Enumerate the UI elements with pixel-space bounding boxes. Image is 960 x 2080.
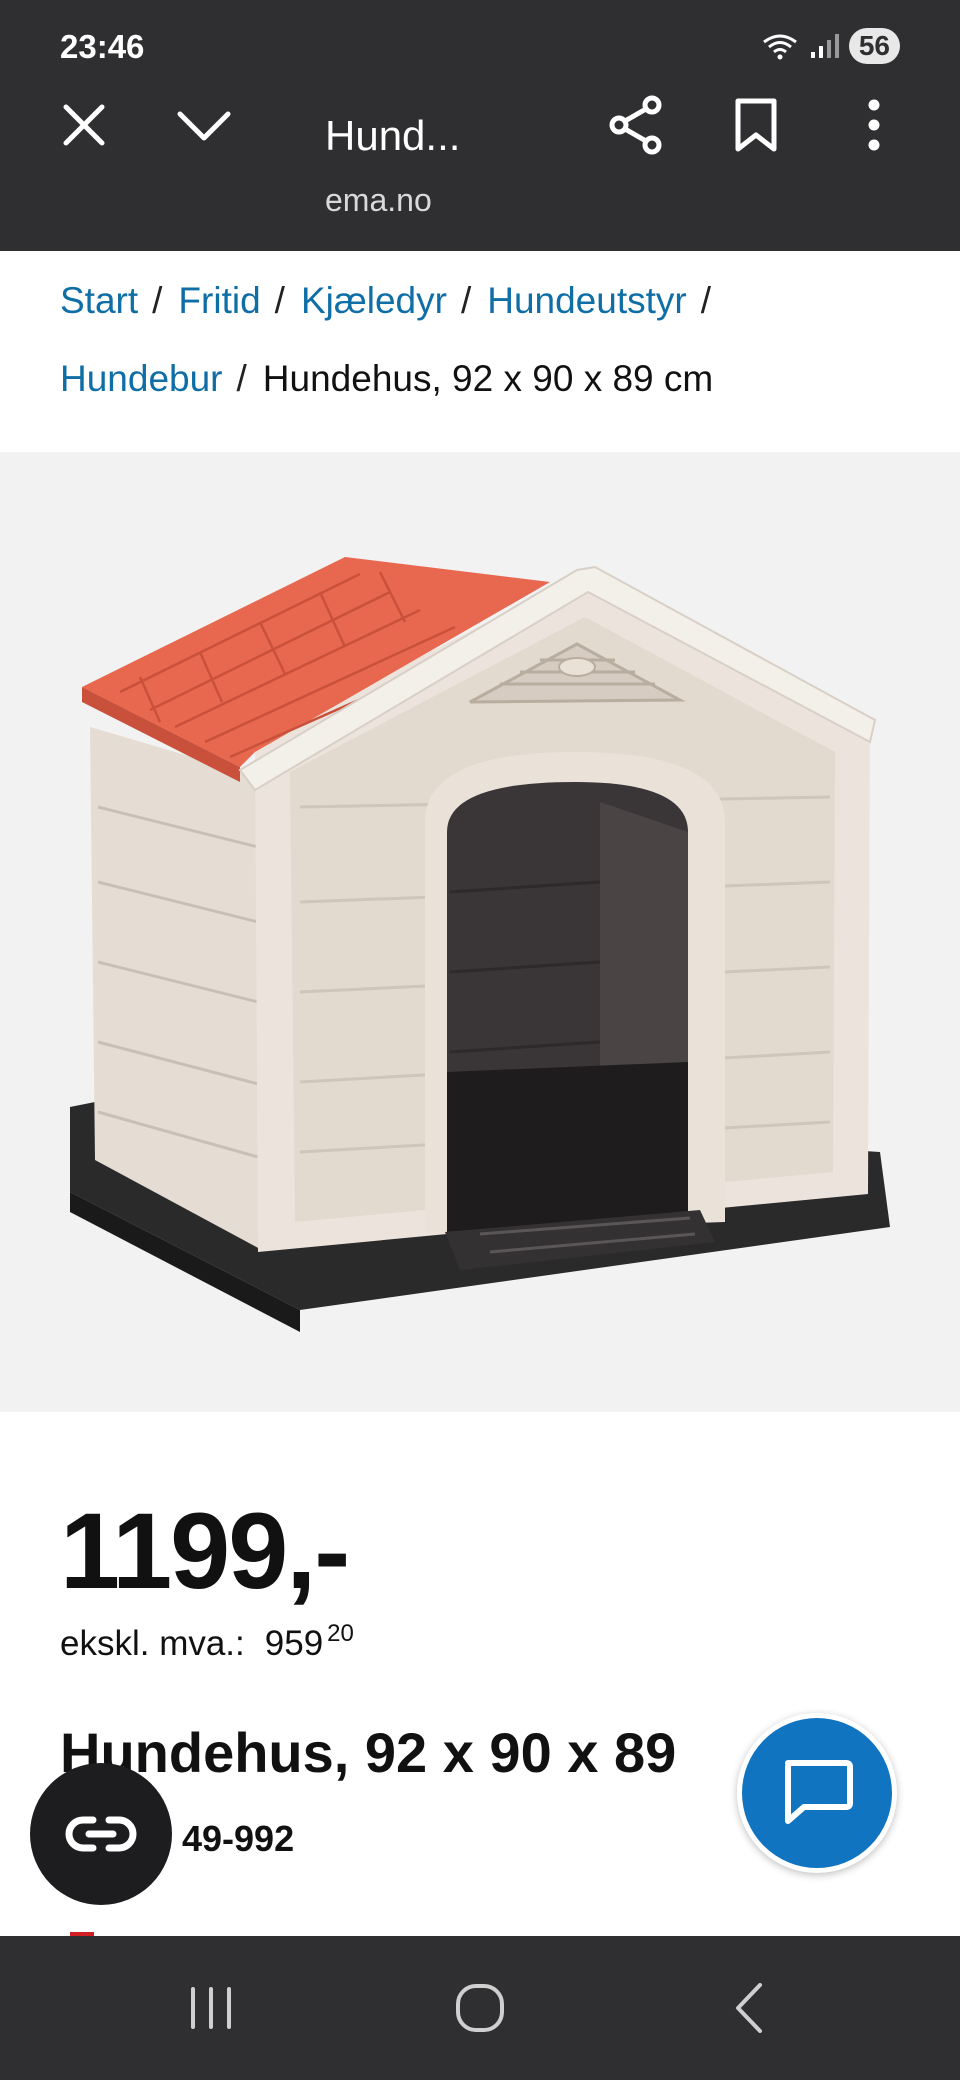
breadcrumb-fritid[interactable]: Fritid <box>178 280 260 321</box>
chat-button[interactable] <box>737 1713 897 1873</box>
price: 1199,- <box>60 1490 350 1611</box>
wifi-icon <box>762 34 797 60</box>
more-icon[interactable] <box>866 99 882 151</box>
ex-vat-fraction: 20 <box>327 1620 354 1647</box>
browser-toolbar: 23:46 56 Hund... ema.no <box>0 0 960 251</box>
share-icon[interactable] <box>608 95 664 155</box>
product-image[interactable] <box>0 452 960 1412</box>
system-nav-bar <box>0 1936 960 2080</box>
link-button[interactable] <box>30 1763 172 1905</box>
breadcrumb-separator: / <box>700 280 711 321</box>
breadcrumb: Start / Fritid / Kjæledyr / Hundeutstyr / Hundeb… <box>60 262 920 418</box>
ex-vat-value: 959 <box>264 1624 324 1663</box>
home-icon[interactable] <box>454 1982 506 2034</box>
signal-icon <box>810 34 839 58</box>
breadcrumb-kjaeledyr[interactable]: Kjæledyr <box>301 280 447 321</box>
breadcrumb-separator: / <box>274 280 285 321</box>
breadcrumb-hundebur[interactable]: Hundebur <box>60 358 223 399</box>
link-icon <box>65 1816 137 1852</box>
breadcrumb-separator: / <box>460 280 472 321</box>
breadcrumb-start[interactable]: Start <box>60 280 138 321</box>
dog-house-image <box>70 557 890 1332</box>
product-sku: 49-992 <box>182 1818 295 1859</box>
ex-vat-label: ekskl. mva.: <box>60 1624 245 1663</box>
product-name: Hundehus, 92 x 90 x 89 <box>60 1721 677 1784</box>
breadcrumb-separator: / <box>236 358 247 399</box>
breadcrumb-separator: / <box>152 280 163 321</box>
breadcrumb-hundeutstyr[interactable]: Hundeutstyr <box>487 280 687 321</box>
back-icon[interactable] <box>732 1981 766 2035</box>
price-ex-vat: ekskl. mva.: 959 20 <box>60 1620 354 1664</box>
chevron-down-icon[interactable] <box>176 108 232 142</box>
recent-apps-icon[interactable] <box>188 1985 234 2031</box>
page-title[interactable]: Hund... <box>325 112 460 160</box>
chat-icon <box>785 1760 853 1824</box>
status-icons: 56 <box>761 28 900 64</box>
close-icon[interactable] <box>62 103 106 147</box>
bookmark-icon[interactable] <box>734 97 778 153</box>
page-domain[interactable]: ema.no <box>325 182 432 219</box>
breadcrumb-current: Hundehus, 92 x 90 x 89 cm <box>262 358 714 399</box>
status-time: 23:46 <box>60 28 145 65</box>
battery-icon: 56 <box>848 28 900 64</box>
